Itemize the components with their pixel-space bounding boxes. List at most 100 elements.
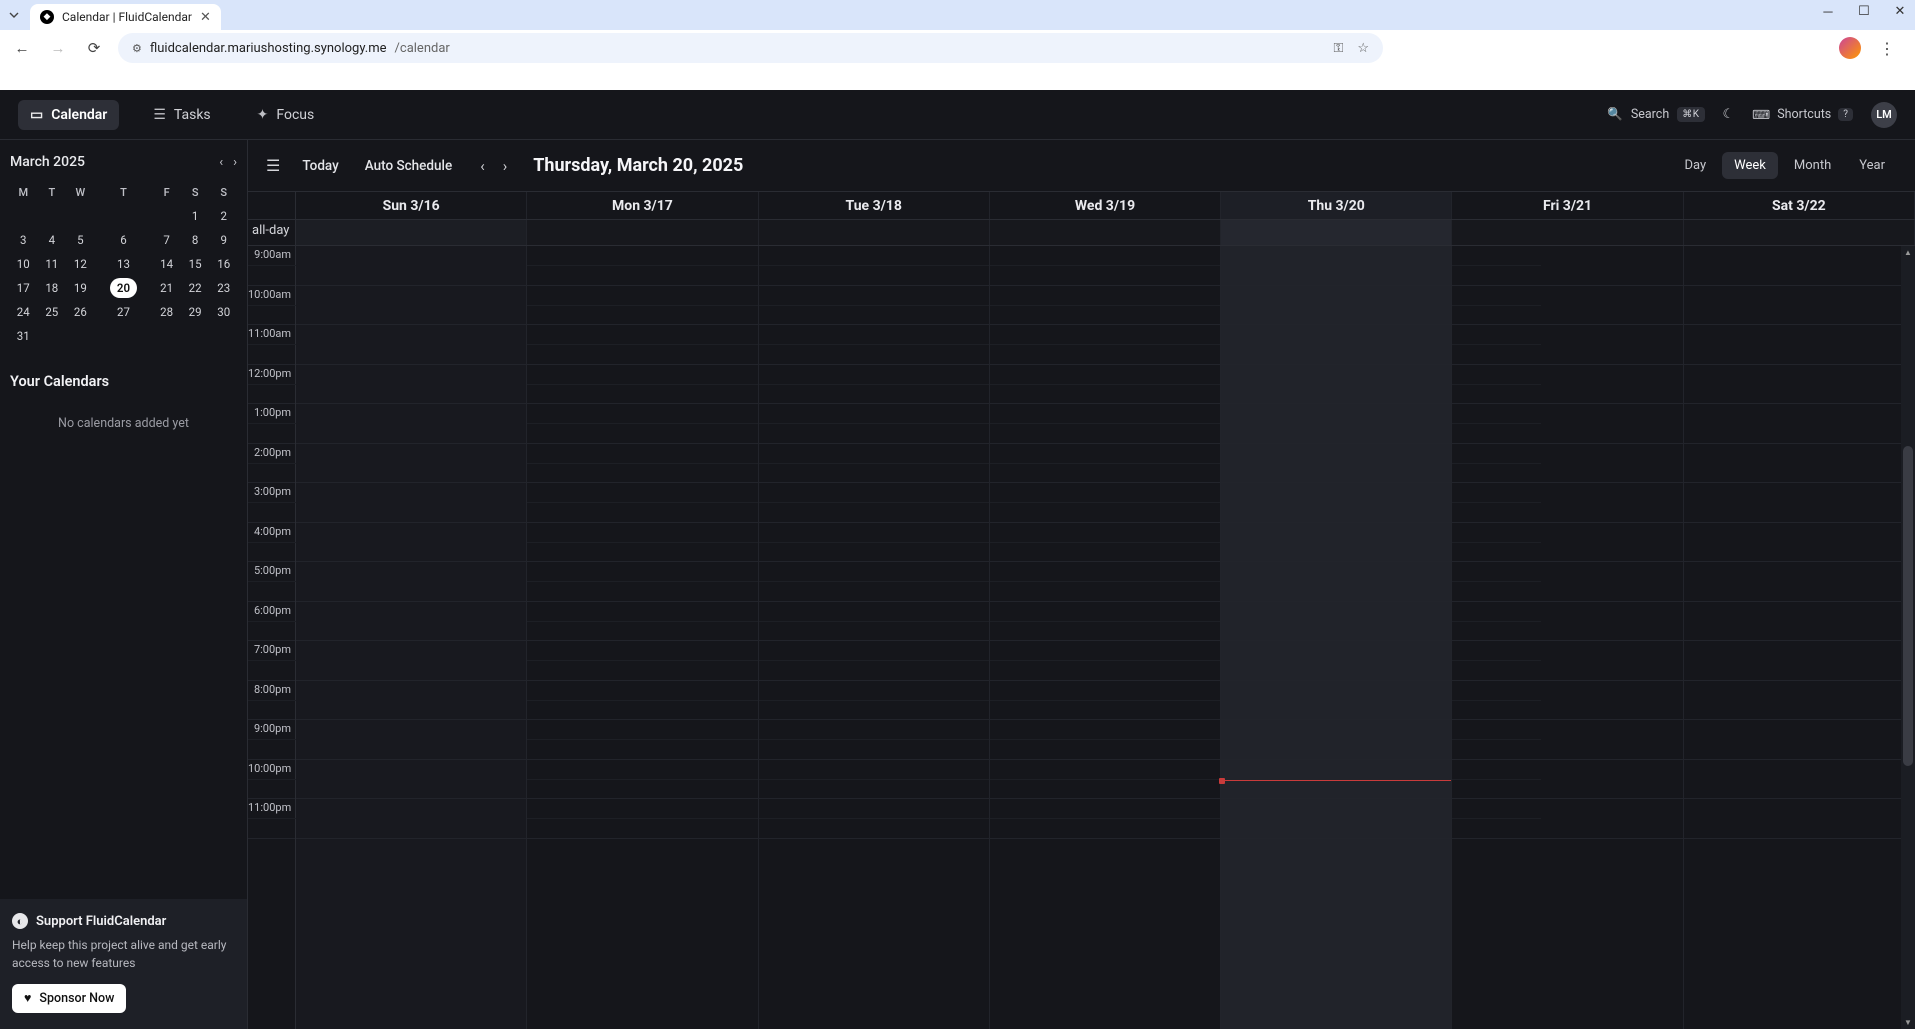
avatar-initials: LM (1876, 108, 1892, 121)
mini-cal-next[interactable]: › (233, 155, 237, 170)
mini-cal-day[interactable]: 5 (67, 229, 94, 251)
mini-cal-day[interactable]: 2 (210, 205, 237, 227)
day-header-cell[interactable]: Sun 3/16 (296, 192, 527, 219)
scrollbar-thumb[interactable] (1903, 446, 1913, 766)
view-day[interactable]: Day (1672, 152, 1718, 179)
view-week[interactable]: Week (1722, 152, 1778, 179)
scroll-down-icon[interactable]: ▼ (1904, 1018, 1912, 1027)
mini-cal-day (96, 325, 152, 347)
mini-cal-prev[interactable]: ‹ (219, 155, 223, 170)
mini-cal-day[interactable]: 31 (10, 325, 37, 347)
day-header-cell[interactable]: Fri 3/21 (1452, 192, 1683, 219)
password-key-icon[interactable]: ⚿ (1333, 41, 1343, 56)
vertical-scrollbar[interactable]: ▲ ▼ (1901, 246, 1915, 1029)
scroll-up-icon[interactable]: ▲ (1904, 248, 1912, 257)
mini-cal-day[interactable]: 4 (39, 229, 66, 251)
bookmark-star-icon[interactable]: ☆ (1357, 41, 1369, 56)
nav-calendar[interactable]: ▭ Calendar (18, 100, 119, 130)
address-bar: ← → ⟳ ⚙ fluidcalendar.mariushosting.syno… (0, 30, 1915, 66)
time-label: 1:00pm (248, 404, 295, 444)
close-window-button[interactable]: ✕ (1893, 4, 1907, 20)
profile-avatar[interactable] (1839, 37, 1861, 59)
mini-cal-day[interactable]: 13 (96, 253, 152, 275)
mini-cal-day[interactable]: 27 (96, 301, 152, 323)
mini-cal-day[interactable]: 12 (67, 253, 94, 275)
close-tab-button[interactable]: ✕ (200, 10, 211, 25)
day-column[interactable] (296, 246, 527, 1029)
mini-cal-day[interactable]: 7 (153, 229, 180, 251)
mini-cal-day[interactable]: 1 (182, 205, 209, 227)
mini-cal-day[interactable]: 28 (153, 301, 180, 323)
mini-cal-day[interactable]: 16 (210, 253, 237, 275)
day-column[interactable] (990, 246, 1221, 1029)
shortcuts-button[interactable]: ⌨ Shortcuts ? (1752, 107, 1853, 123)
mini-cal-day[interactable]: 26 (67, 301, 94, 323)
prev-week-button[interactable]: ‹ (480, 157, 485, 175)
browser-tab[interactable]: ◆ Calendar | FluidCalendar ✕ (30, 4, 221, 30)
minimize-button[interactable]: ─ (1821, 4, 1835, 20)
mini-cal-day[interactable]: 25 (39, 301, 66, 323)
search-button[interactable]: 🔍 Search ⌘K (1607, 107, 1704, 122)
forward-button[interactable]: → (46, 36, 70, 60)
mini-cal-day[interactable]: 18 (39, 277, 66, 299)
browser-menu-button[interactable]: ⋮ (1879, 39, 1895, 58)
day-header-cell[interactable]: Tue 3/18 (759, 192, 990, 219)
mini-cal-day[interactable]: 14 (153, 253, 180, 275)
site-settings-icon[interactable]: ⚙ (132, 42, 142, 55)
mini-cal-day[interactable]: 24 (10, 301, 37, 323)
time-label: 6:00pm (248, 602, 295, 642)
view-year[interactable]: Year (1847, 152, 1897, 179)
mini-cal-dow: S (210, 182, 237, 203)
mini-cal-day[interactable]: 20 (96, 277, 152, 299)
support-title: Support FluidCalendar (36, 914, 166, 929)
mini-cal-day[interactable]: 29 (182, 301, 209, 323)
mini-cal-day[interactable]: 21 (153, 277, 180, 299)
allday-cell[interactable] (527, 220, 758, 245)
allday-cell[interactable] (1452, 220, 1683, 245)
mini-cal-day[interactable]: 30 (210, 301, 237, 323)
mini-cal-day[interactable]: 3 (10, 229, 37, 251)
theme-toggle[interactable]: ☾ (1723, 107, 1735, 122)
day-column[interactable] (1452, 246, 1683, 1029)
mini-cal-day[interactable]: 9 (210, 229, 237, 251)
day-column[interactable] (1221, 246, 1452, 1029)
view-month[interactable]: Month (1782, 152, 1843, 179)
maximize-button[interactable]: ☐ (1857, 4, 1871, 20)
url-field[interactable]: ⚙ fluidcalendar.mariushosting.synology.m… (118, 33, 1383, 63)
auto-schedule-button[interactable]: Auto Schedule (361, 154, 456, 178)
mini-cal-day[interactable]: 19 (67, 277, 94, 299)
day-column[interactable] (527, 246, 758, 1029)
mini-cal-day[interactable]: 23 (210, 277, 237, 299)
next-week-button[interactable]: › (503, 157, 508, 175)
nav-tasks[interactable]: ☰ Tasks (141, 100, 222, 130)
mini-cal-day[interactable]: 8 (182, 229, 209, 251)
mini-cal-day[interactable]: 22 (182, 277, 209, 299)
allday-cell[interactable] (759, 220, 990, 245)
day-header-cell[interactable]: Mon 3/17 (527, 192, 758, 219)
mini-cal-day[interactable]: 10 (10, 253, 37, 275)
day-header-cell[interactable]: Wed 3/19 (990, 192, 1221, 219)
mini-cal-day[interactable]: 6 (96, 229, 152, 251)
allday-cell[interactable] (1221, 220, 1452, 245)
allday-cell[interactable] (990, 220, 1221, 245)
search-icon: 🔍 (1607, 107, 1623, 122)
mini-cal-day[interactable]: 11 (39, 253, 66, 275)
allday-cell[interactable] (1684, 220, 1915, 245)
reload-button[interactable]: ⟳ (82, 36, 106, 60)
shortcuts-label: Shortcuts (1777, 107, 1831, 122)
back-button[interactable]: ← (10, 36, 34, 60)
mini-cal-day[interactable]: 15 (182, 253, 209, 275)
sponsor-button[interactable]: ♥ Sponsor Now (12, 984, 126, 1013)
tab-search-button[interactable] (4, 5, 24, 25)
mini-cal-day[interactable]: 17 (10, 277, 37, 299)
allday-cell[interactable] (296, 220, 527, 245)
day-column[interactable] (1684, 246, 1915, 1029)
sidebar-toggle[interactable]: ☰ (266, 156, 280, 175)
today-button[interactable]: Today (298, 154, 342, 178)
day-header-cell[interactable]: Thu 3/20 (1221, 192, 1452, 219)
user-avatar[interactable]: LM (1871, 102, 1897, 128)
day-column[interactable] (759, 246, 990, 1029)
nav-focus[interactable]: ✦ Focus (245, 100, 327, 130)
day-header-cell[interactable]: Sat 3/22 (1684, 192, 1915, 219)
search-shortcut: ⌘K (1677, 107, 1704, 122)
